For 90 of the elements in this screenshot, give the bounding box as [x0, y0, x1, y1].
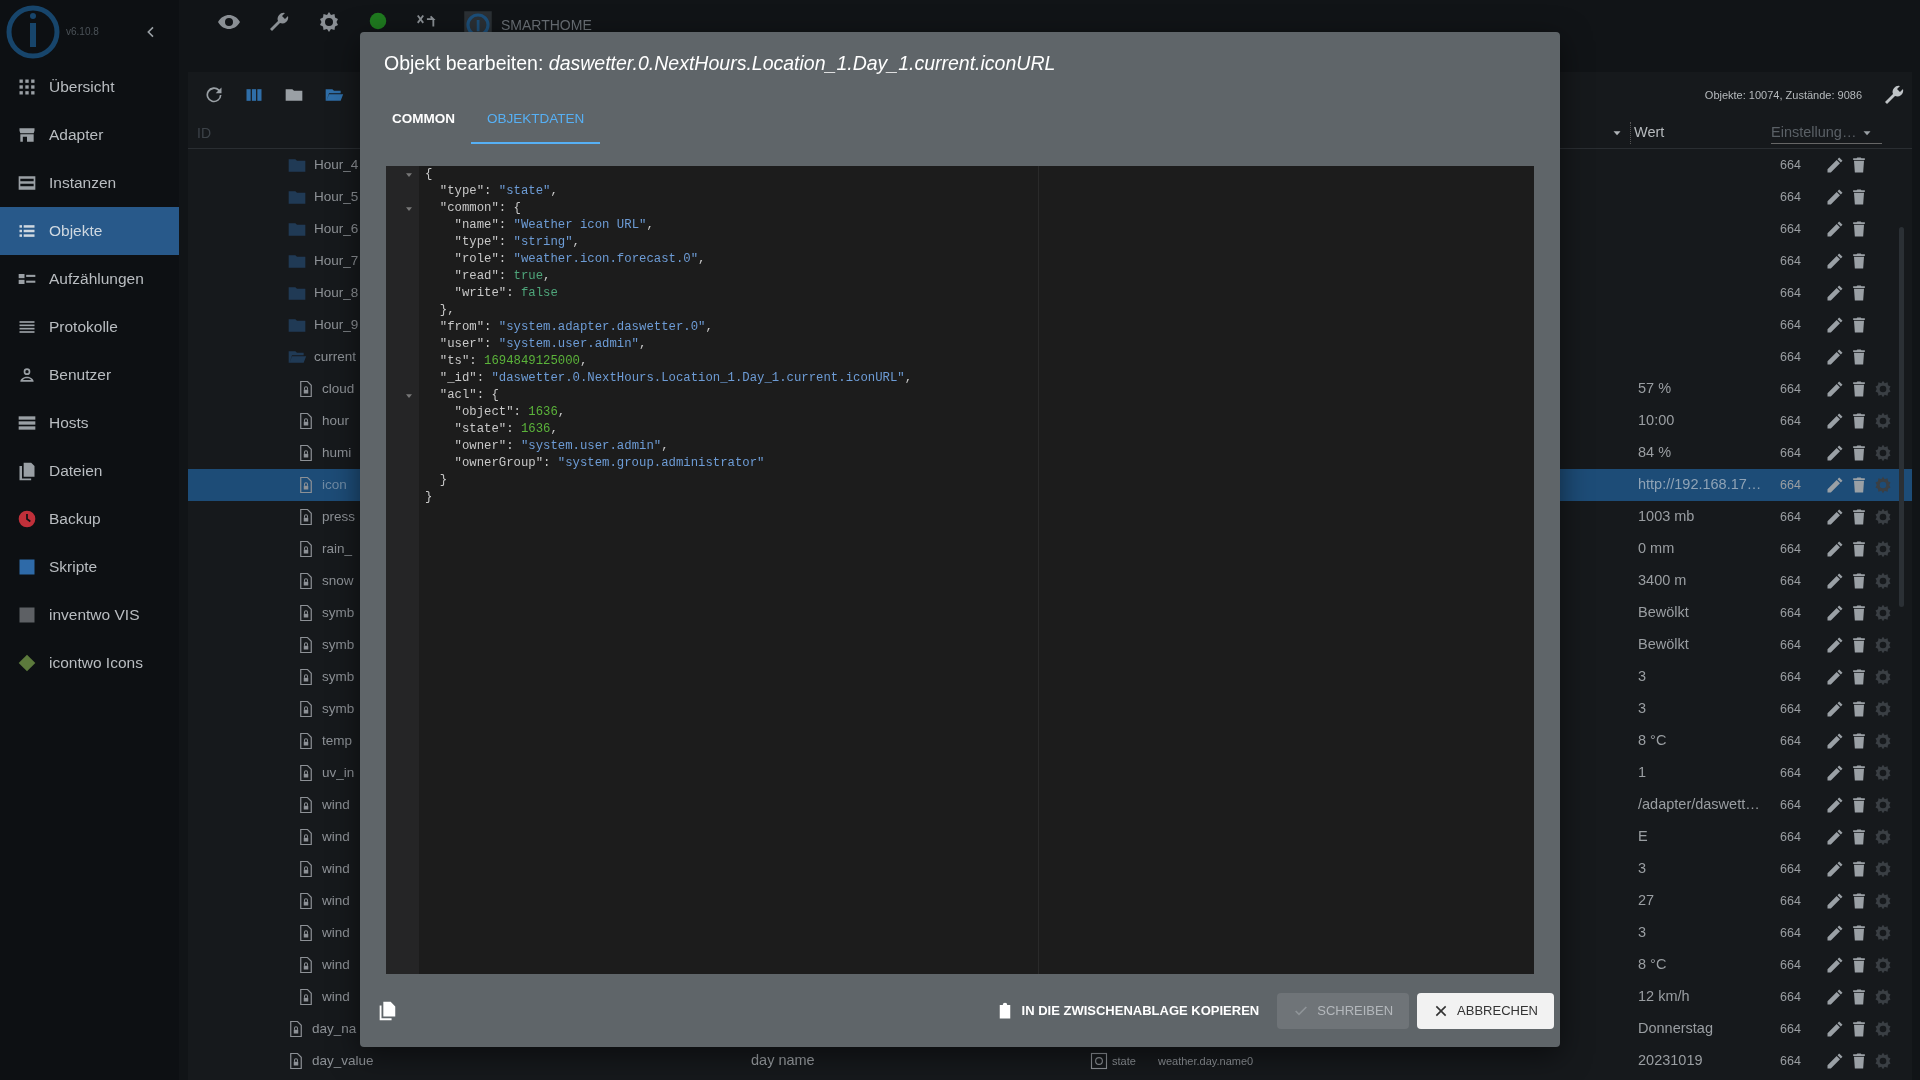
save-button: SCHREIBEN [1277, 992, 1410, 1029]
value-text: 1003 mb [1638, 507, 1696, 527]
value-text: 8 °C [1638, 955, 1668, 975]
object-name: wind [322, 987, 350, 1006]
object-name: Hour_8 [314, 283, 359, 302]
object-name: cloud [322, 379, 355, 398]
object-count: Objekte: 10074, Zustände: 9086 [1704, 87, 1862, 103]
acl-text: 664 [1780, 924, 1802, 942]
acl-text: 664 [1780, 636, 1802, 654]
object-name: day_na [312, 1019, 357, 1038]
object-name: Hour_4 [314, 155, 359, 174]
acl-text: 664 [1780, 156, 1802, 174]
acl-text: 664 [1780, 1052, 1802, 1070]
object-name: temp [322, 731, 352, 750]
object-name: symb [322, 635, 355, 654]
acl-text: 664 [1780, 732, 1802, 750]
value-text: 12 km/h [1638, 987, 1691, 1007]
object-name: day_value [312, 1051, 374, 1070]
object-name: symb [322, 603, 355, 622]
acl-text: 664 [1780, 380, 1802, 398]
object-name: Hour_9 [314, 315, 359, 334]
role-text: weather.day.name0 [1158, 1053, 1255, 1069]
acl-text: 664 [1780, 412, 1802, 430]
value-text: 27 [1638, 891, 1656, 911]
brand-name: SMARTHOME [501, 15, 592, 35]
value-text: Donnerstag [1638, 1019, 1714, 1039]
value-text: 3 [1638, 699, 1648, 719]
object-name: icon [322, 475, 347, 494]
object-name: press [322, 507, 355, 526]
settings-filter: Einstellung… [1771, 122, 1857, 142]
dialog-title: Objekt bearbeiten: daswetter.0.NextHours.Location_1.Day_1.current.iconURL [384, 51, 1056, 77]
acl-text: 664 [1780, 860, 1802, 878]
column-header: Wert [1630, 122, 1665, 144]
value-text: 1 [1638, 763, 1648, 783]
object-name: current [314, 347, 357, 366]
object-name: wind [322, 795, 350, 814]
acl-text: 664 [1780, 988, 1802, 1006]
value-text: 3 [1638, 923, 1648, 943]
value-text: 3 [1638, 667, 1648, 687]
acl-text: 664 [1780, 892, 1802, 910]
object-name: wind [322, 891, 350, 910]
object-name: wind [322, 827, 350, 846]
acl-text: 664 [1780, 188, 1802, 206]
value-text: 57 % [1638, 379, 1673, 399]
acl-text: 664 [1780, 604, 1802, 622]
description-text: day name [751, 1051, 816, 1071]
value-text: 20231019 [1638, 1051, 1704, 1071]
object-name: wind [322, 859, 350, 878]
object-name: symb [322, 667, 355, 686]
value-text: 3400 m [1638, 571, 1688, 591]
acl-text: 664 [1780, 764, 1802, 782]
object-name: wind [322, 923, 350, 942]
object-name: symb [322, 699, 355, 718]
acl-text: 664 [1780, 252, 1802, 270]
object-name: Hour_5 [314, 187, 359, 206]
value-text: /adapter/daswett… [1638, 795, 1761, 815]
acl-text: 664 [1780, 316, 1802, 334]
acl-text: 664 [1780, 444, 1802, 462]
value-text: E [1638, 827, 1649, 847]
acl-text: 664 [1780, 828, 1802, 846]
object-name: snow [322, 571, 354, 590]
object-name: uv_in [322, 763, 355, 782]
acl-text: 664 [1780, 284, 1802, 302]
value-text: 84 % [1638, 443, 1673, 463]
acl-text: 664 [1780, 956, 1802, 974]
acl-text: 664 [1780, 1020, 1802, 1038]
acl-text: 664 [1780, 220, 1802, 238]
value-text: http://192.168.17… [1638, 475, 1763, 495]
acl-text: 664 [1780, 348, 1802, 366]
value-text: 10:00 [1638, 411, 1676, 431]
value-text: 3 [1638, 859, 1648, 879]
acl-text: 664 [1780, 540, 1802, 558]
acl-text: 664 [1780, 700, 1802, 718]
acl-text: 664 [1780, 668, 1802, 686]
acl-text: 664 [1780, 796, 1802, 814]
object-name: wind [322, 955, 350, 974]
value-text: Bewölkt [1638, 603, 1690, 623]
value-text: Bewölkt [1638, 635, 1690, 655]
acl-text: 664 [1780, 572, 1802, 590]
object-name: humi [322, 443, 352, 462]
type-text: state [1112, 1053, 1136, 1069]
object-name: hour [322, 411, 350, 430]
object-name: Hour_6 [314, 219, 359, 238]
version-label: v6.10.8 [66, 25, 99, 39]
value-text: 0 mm [1638, 539, 1676, 559]
acl-text: 664 [1780, 476, 1802, 494]
object-name: rain_ [322, 539, 353, 558]
value-text: 8 °C [1638, 731, 1668, 751]
object-name: Hour_7 [314, 251, 359, 270]
acl-text: 664 [1780, 508, 1802, 526]
